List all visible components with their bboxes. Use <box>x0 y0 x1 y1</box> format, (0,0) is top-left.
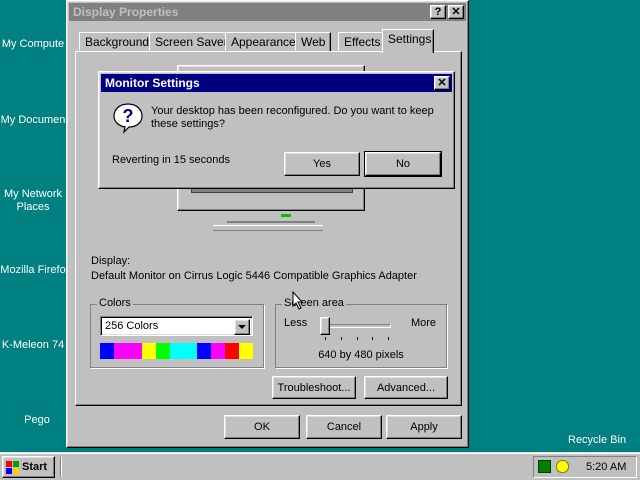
window-title-bar: Display Properties ? ✕ <box>69 3 466 21</box>
troubleshoot-button[interactable]: Troubleshoot... <box>272 376 356 399</box>
network-icon[interactable] <box>538 460 551 473</box>
color-swatch <box>197 343 212 359</box>
screen-area-slider[interactable] <box>320 317 394 341</box>
windows-logo-icon <box>6 460 19 474</box>
advanced-button[interactable]: Advanced... <box>364 376 448 399</box>
color-swatch <box>239 343 253 359</box>
color-swatch <box>169 343 184 359</box>
question-icon: ? <box>112 102 144 134</box>
help-button[interactable]: ? <box>430 5 446 19</box>
dialog-title: Monitor Settings <box>105 76 200 90</box>
svg-text:?: ? <box>123 106 134 126</box>
desktop-icon-k-meleon[interactable]: K-Meleon 74 <box>0 339 66 352</box>
monitor-settings-dialog: Monitor Settings ✕ ? Your desktop has be… <box>98 71 455 189</box>
color-swatch <box>155 343 170 359</box>
tab-effects[interactable]: Effects <box>338 32 387 51</box>
color-swatch <box>127 343 142 359</box>
apply-button[interactable]: Apply <box>386 415 462 439</box>
close-icon: ✕ <box>451 6 461 18</box>
colors-dropdown[interactable]: 256 Colors <box>100 316 253 336</box>
tab-web[interactable]: Web <box>295 32 332 51</box>
start-button[interactable]: Start <box>2 456 55 478</box>
monitor-foot <box>213 225 323 231</box>
cancel-button[interactable]: Cancel <box>306 415 382 439</box>
dialog-close-button[interactable]: ✕ <box>434 76 450 90</box>
no-button[interactable]: No <box>364 151 442 177</box>
color-swatch <box>141 343 156 359</box>
window-title: Display Properties <box>73 5 179 19</box>
chevron-down-icon <box>238 325 246 329</box>
screen-area-more-label: More <box>410 317 436 329</box>
tab-settings[interactable]: Settings <box>382 29 434 53</box>
colors-dropdown-value: 256 Colors <box>105 320 159 332</box>
monitor-led <box>281 214 291 217</box>
colors-dropdown-button[interactable] <box>234 319 250 335</box>
color-swatch <box>113 343 128 359</box>
volume-icon[interactable] <box>556 460 569 473</box>
desktop-icon-mozilla-firefox[interactable]: Mozilla Firefo <box>0 264 66 277</box>
tab-background[interactable]: Background <box>79 32 156 51</box>
help-icon: ? <box>434 6 442 18</box>
color-swatch <box>100 343 114 359</box>
tab-screen-saver[interactable]: Screen Saver <box>149 32 234 51</box>
color-swatch <box>225 343 240 359</box>
display-adapter-text: Default Monitor on Cirrus Logic 5446 Com… <box>91 270 417 282</box>
colors-group-label: Colors <box>97 297 133 309</box>
display-properties-window: Display Properties ? ✕ Background Screen… <box>66 0 469 448</box>
screen-area-less-label: Less <box>284 317 308 329</box>
system-tray: 5:20 AM <box>533 456 637 478</box>
desktop-icon-recycle-bin[interactable]: Recycle Bin <box>568 434 626 446</box>
dialog-message: Your desktop has been reconfigured. Do y… <box>151 105 434 130</box>
desktop-icon-pego[interactable]: Pego <box>4 414 70 427</box>
revert-countdown: Reverting in 15 seconds <box>112 154 231 166</box>
mouse-pointer-icon <box>292 290 304 314</box>
desktop-icon-my-network-places[interactable]: My Network Places <box>0 188 66 214</box>
monitor-base <box>227 213 315 223</box>
tab-appearance[interactable]: Appearance <box>225 32 302 51</box>
slider-thumb[interactable] <box>320 317 330 335</box>
window-close-button[interactable]: ✕ <box>448 5 464 19</box>
clock[interactable]: 5:20 AM <box>586 461 626 473</box>
yes-button[interactable]: Yes <box>284 152 360 176</box>
display-label: Display: <box>91 255 131 267</box>
color-swatch <box>211 343 226 359</box>
start-label: Start <box>22 461 48 473</box>
taskbar: Start 5:20 AM <box>0 452 640 480</box>
ok-button[interactable]: OK <box>224 415 300 439</box>
colors-group: Colors 256 Colors <box>90 297 264 368</box>
screen-resolution-text: 640 by 480 pixels <box>318 349 404 361</box>
color-swatch <box>183 343 198 359</box>
taskbar-separator <box>60 457 62 477</box>
slider-track <box>323 324 391 328</box>
dialog-title-bar: Monitor Settings ✕ <box>101 74 452 92</box>
desktop-icon-my-documents[interactable]: My Documen <box>0 114 66 127</box>
slider-ticks <box>325 337 389 340</box>
desktop-icon-my-computer[interactable]: My Compute <box>0 38 66 51</box>
close-icon: ✕ <box>437 77 447 89</box>
color-palette-bar <box>100 343 253 359</box>
